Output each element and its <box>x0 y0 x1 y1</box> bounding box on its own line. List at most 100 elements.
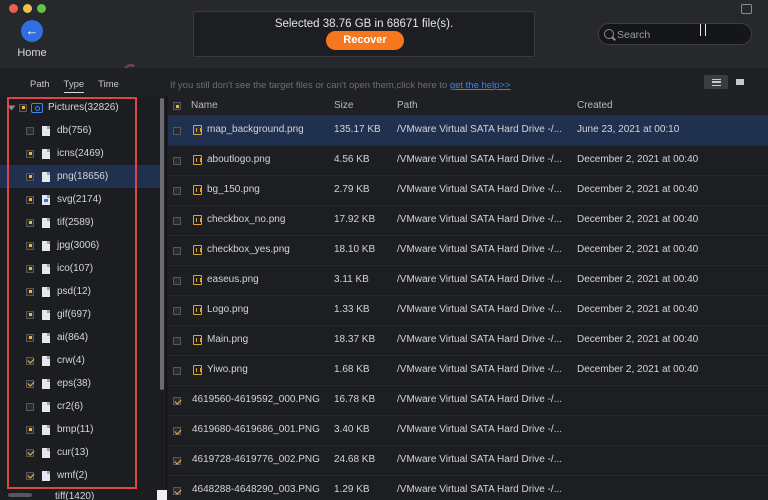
tree-checkbox[interactable] <box>26 149 34 158</box>
cell-size: 24.68 KB <box>334 454 376 465</box>
home-button[interactable]: ← Home <box>14 20 50 64</box>
table-row[interactable]: easeus.png 3.11 KB/VMware Virtual SATA Ha… <box>168 266 768 296</box>
tree-item[interactable]: png(18656) <box>0 165 160 188</box>
column-size[interactable]: Size <box>334 100 353 111</box>
tree-checkbox[interactable] <box>26 241 34 250</box>
expand-arrow-icon[interactable] <box>7 105 16 110</box>
row-checkbox[interactable] <box>173 217 181 225</box>
search-box[interactable] <box>598 23 752 45</box>
row-checkbox[interactable] <box>173 337 181 345</box>
minimize-window-button[interactable] <box>23 4 32 13</box>
tab-time[interactable]: Time <box>98 79 119 93</box>
tab-type[interactable]: Type <box>63 79 85 93</box>
row-checkbox[interactable] <box>173 427 181 435</box>
table-row[interactable]: bg_150.png 2.79 KB/VMware Virtual SATA Ha… <box>168 176 768 206</box>
file-type-icon <box>42 401 50 412</box>
tree-item[interactable]: icns(2469) <box>0 142 160 165</box>
row-checkbox[interactable] <box>173 307 181 315</box>
tree-item[interactable]: db(756) <box>0 119 160 142</box>
image-file-icon <box>193 335 202 345</box>
row-checkbox[interactable] <box>173 247 181 255</box>
image-file-icon <box>193 185 202 195</box>
search-input[interactable] <box>617 27 745 42</box>
file-type-icon <box>42 240 50 251</box>
tree-checkbox[interactable] <box>26 425 34 434</box>
row-checkbox[interactable] <box>173 187 181 195</box>
tree-checkbox[interactable] <box>26 126 34 135</box>
row-checkbox[interactable] <box>173 457 181 465</box>
thumbnail-view-button[interactable] <box>728 75 752 89</box>
select-all-checkbox[interactable] <box>173 102 181 110</box>
tree-checkbox[interactable] <box>26 172 34 181</box>
tree-checkbox[interactable] <box>26 471 34 480</box>
cell-name: 4619728-4619776_002.PNG <box>192 454 320 465</box>
table-row[interactable]: Main.png 18.37 KB/VMware Virtual SATA Har… <box>168 326 768 356</box>
tree-item[interactable]: jpg(3006) <box>0 234 160 257</box>
row-checkbox[interactable] <box>173 487 181 495</box>
tree-item[interactable]: psd(12) <box>0 280 160 303</box>
tree-checkbox[interactable] <box>26 333 34 342</box>
row-checkbox[interactable] <box>173 277 181 285</box>
row-checkbox[interactable] <box>173 157 181 165</box>
row-checkbox[interactable] <box>173 397 181 405</box>
column-created[interactable]: Created <box>577 100 613 111</box>
tree-item[interactable]: bmp(11) <box>0 418 160 441</box>
tree-checkbox[interactable] <box>26 218 34 227</box>
view-mode-toggle <box>704 75 752 89</box>
cell-created: December 2, 2021 at 00:40 <box>577 274 699 285</box>
table-row[interactable]: checkbox_no.png 17.92 KB/VMware Virtual S… <box>168 206 768 236</box>
tree-checkbox[interactable] <box>26 264 34 273</box>
column-name[interactable]: Name <box>191 100 218 111</box>
tree-item-cut[interactable]: tiff(1420) <box>55 491 94 500</box>
tree-item[interactable]: ico(107) <box>0 257 160 280</box>
table-row[interactable]: 4619680-4619686_001.PNG 3.40 KB/VMware Vi… <box>168 416 768 446</box>
tree-checkbox[interactable] <box>19 103 27 112</box>
table-row[interactable]: Yiwo.png 1.68 KB/VMware Virtual SATA Hard… <box>168 356 768 386</box>
tree-item[interactable]: eps(38) <box>0 372 160 395</box>
cell-name: checkbox_yes.png <box>207 244 290 255</box>
recover-button[interactable]: Recover <box>326 31 404 50</box>
close-window-button[interactable] <box>9 4 18 13</box>
tab-path[interactable]: Path <box>30 79 50 93</box>
row-checkbox[interactable] <box>173 127 181 135</box>
tree-item[interactable]: cur(13) <box>0 441 160 464</box>
thumbnail-view-icon <box>736 79 744 85</box>
tree-checkbox[interactable] <box>26 402 34 411</box>
tree-checkbox[interactable] <box>26 287 34 296</box>
list-view-button[interactable] <box>704 75 728 89</box>
table-row[interactable]: 4619560-4619592_000.PNG 16.78 KB/VMware V… <box>168 386 768 416</box>
table-row[interactable]: Logo.png 1.33 KB/VMware Virtual SATA Hard… <box>168 296 768 326</box>
tree-item[interactable]: gif(697) <box>0 303 160 326</box>
home-label: Home <box>17 47 47 59</box>
zoom-window-button[interactable] <box>37 4 46 13</box>
table-row[interactable]: checkbox_yes.png 18.10 KB/VMware Virtual … <box>168 236 768 266</box>
tree-item[interactable]: svg(2174) <box>0 188 160 211</box>
tree-checkbox[interactable] <box>26 379 34 388</box>
tree-item-pictures[interactable]: Pictures(32826) <box>0 96 160 119</box>
tree-checkbox[interactable] <box>26 310 34 319</box>
cell-size: 18.37 KB <box>334 334 376 345</box>
file-type-icon <box>42 263 50 274</box>
table-row[interactable]: 4619728-4619776_002.PNG 24.68 KB/VMware V… <box>168 446 768 476</box>
feedback-icon[interactable] <box>741 4 752 14</box>
tree-checkbox[interactable] <box>26 356 34 365</box>
tree-item[interactable]: cr2(6) <box>0 395 160 418</box>
sidebar-horizontal-scrollbar[interactable] <box>8 493 32 497</box>
row-checkbox[interactable] <box>173 367 181 375</box>
tree-item-label: png(18656) <box>57 171 109 182</box>
search-icon <box>604 29 614 39</box>
table-row[interactable]: map_background.png 135.17 KB/VMware Virtu… <box>168 116 768 146</box>
table-header: Name Size Path Created <box>168 96 768 116</box>
table-row[interactable]: 4648288-4648290_003.PNG 1.29 KB/VMware Vi… <box>168 476 768 500</box>
column-path[interactable]: Path <box>397 100 418 111</box>
tree-item[interactable]: ai(864) <box>0 326 160 349</box>
sidebar-scrollbar[interactable] <box>160 98 164 390</box>
image-file-icon <box>193 215 202 225</box>
table-row[interactable]: aboutlogo.png 4.56 KB/VMware Virtual SATA… <box>168 146 768 176</box>
tree-checkbox[interactable] <box>26 448 34 457</box>
tree-item[interactable]: wmf(2) <box>0 464 160 487</box>
tree-item[interactable]: tif(2589) <box>0 211 160 234</box>
tree-item[interactable]: crw(4) <box>0 349 160 372</box>
tree-checkbox[interactable] <box>26 195 34 204</box>
help-link[interactable]: get the help>> <box>450 80 511 91</box>
